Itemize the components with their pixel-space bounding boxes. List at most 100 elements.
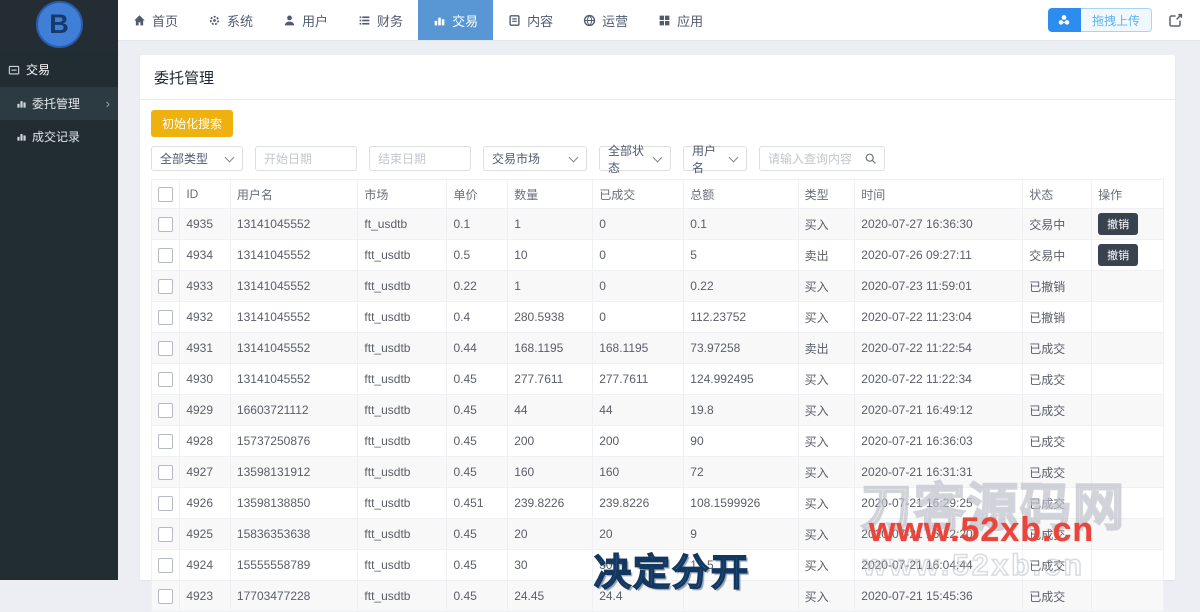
cell-type: 卖出 — [797, 239, 856, 271]
cell-time: 2020-07-22 11:23:04 — [854, 301, 1024, 333]
type-select[interactable]: 全部类型 — [151, 146, 243, 171]
cloud-drive-icon-wrap — [1047, 8, 1081, 32]
cell-type: 买入 — [797, 425, 856, 457]
nav-item-label: 系统 — [227, 13, 254, 29]
row-checkbox[interactable] — [158, 526, 173, 542]
share-button[interactable] — [1168, 12, 1184, 28]
cell-action — [1091, 270, 1164, 302]
column-header: 用户名 — [229, 179, 359, 209]
content-icon — [509, 14, 520, 26]
toolbar: 初始化搜索 — [151, 110, 1164, 137]
cell-price: 0.45 — [446, 394, 509, 426]
cell-amount: 44 — [507, 394, 594, 426]
nav-item-chart[interactable]: 交易 — [418, 0, 494, 40]
nav-item-gear[interactable]: 系统 — [193, 0, 268, 40]
cell-market: ftt_usdtb — [357, 394, 448, 426]
cancel-order-button[interactable]: 撤销 — [1098, 244, 1139, 266]
row-checkbox[interactable] — [158, 495, 173, 511]
row-checkbox[interactable] — [158, 402, 173, 418]
row-checkbox[interactable] — [158, 216, 173, 232]
cell-time: 2020-07-22 11:22:34 — [854, 363, 1024, 395]
cell-time: 2020-07-21 16:36:03 — [854, 425, 1024, 457]
nav-item-content[interactable]: 内容 — [493, 0, 568, 40]
cell-action — [1091, 363, 1164, 395]
brand-logo: B — [35, 1, 83, 48]
column-header: 数量 — [507, 179, 594, 209]
sidebar-section-trade[interactable]: 交易 — [0, 52, 118, 87]
row-checkbox[interactable] — [158, 557, 173, 573]
cell-filled: 0 — [592, 301, 685, 333]
cell-amount: 277.7611 — [507, 363, 594, 395]
cell-user: 16603721112 — [229, 394, 359, 426]
nav-item-finance[interactable]: 财务 — [343, 0, 418, 40]
nav-item-apps[interactable]: 应用 — [643, 0, 718, 40]
row-checkbox[interactable] — [158, 309, 173, 325]
cell-total: 13.5 — [683, 549, 799, 581]
cell-market: ftt_usdtb — [357, 518, 448, 550]
cell-status: 已成交 — [1022, 456, 1093, 488]
end-date-input[interactable] — [369, 146, 471, 171]
share-icon — [1169, 13, 1183, 27]
row-checkbox[interactable] — [158, 278, 173, 294]
cell-market: ftt_usdtb — [357, 487, 448, 519]
table-row: 4927 13598131912 ftt_usdtb 0.45 160 160 72 买入 20… — [150, 456, 1164, 488]
chevron-down-icon — [652, 152, 663, 162]
nav-item-globe[interactable]: 运营 — [568, 0, 643, 40]
cell-status: 已成交 — [1022, 487, 1093, 519]
cell-amount: 1 — [507, 208, 594, 240]
cell-user: 13141045552 — [229, 332, 359, 364]
cell-amount: 1 — [507, 270, 594, 302]
sidebar-item-order-management[interactable]: 委托管理 › — [0, 87, 118, 120]
table-row: 4935 13141045552 ft_usdtb 0.1 1 0 0.1 买入 2020-07… — [150, 208, 1164, 240]
status-select-value: 全部状态 — [608, 143, 645, 175]
drag-upload-button[interactable]: 拖拽上传 — [1047, 8, 1152, 32]
cell-total: 72 — [683, 456, 799, 488]
cell-amount: 24.45 — [507, 580, 594, 612]
market-select-value: 交易市场 — [492, 152, 541, 166]
start-date-input[interactable] — [255, 146, 357, 171]
cell-filled: 200 — [592, 425, 685, 457]
cell-amount: 10 — [507, 239, 594, 271]
user-field-select[interactable]: 用户名 — [683, 144, 747, 175]
sidebar-item-trade-records[interactable]: 成交记录 — [0, 120, 118, 153]
cell-filled: 0 — [592, 239, 685, 271]
topnav-right: 拖拽上传 — [1047, 0, 1200, 40]
query-input[interactable] — [760, 147, 864, 170]
type-select-value: 全部类型 — [160, 152, 209, 166]
cell-market: ft_usdtb — [357, 208, 448, 240]
cell-status: 已成交 — [1022, 332, 1093, 364]
row-checkbox[interactable] — [158, 371, 173, 387]
cell-price: 0.22 — [446, 270, 509, 302]
row-checkbox[interactable] — [158, 433, 173, 449]
cell-type: 买入 — [797, 301, 856, 333]
search-icon[interactable] — [864, 152, 877, 165]
cell-market: ftt_usdtb — [357, 301, 448, 333]
market-select[interactable]: 交易市场 — [483, 146, 587, 171]
status-select[interactable]: 全部状态 — [599, 144, 671, 175]
reset-search-button[interactable]: 初始化搜索 — [151, 110, 234, 137]
cell-status: 已成交 — [1022, 518, 1093, 550]
cell-amount: 168.1195 — [507, 332, 594, 364]
nav-item-user[interactable]: 用户 — [268, 0, 343, 40]
cell-time: 2020-07-21 16:31:31 — [854, 456, 1024, 488]
nav-item-label: 运营 — [602, 13, 629, 29]
nav-item-home[interactable]: 首页 — [118, 0, 193, 40]
row-checkbox[interactable] — [158, 464, 173, 480]
table-header-row: ID 用户名 市场 单价 数量 已成交 总额 类型 时间 状态 操作 — [150, 179, 1164, 209]
cell-action — [1091, 580, 1164, 612]
user-field-select-value: 用户名 — [692, 143, 717, 175]
table-row: 4924 15555558789 ftt_usdtb 0.45 30 30 13.5 买入 20… — [150, 549, 1164, 581]
sidebar-item-label: 成交记录 — [32, 130, 81, 144]
cell-market: ftt_usdtb — [357, 239, 448, 271]
row-checkbox[interactable] — [158, 340, 173, 356]
cell-status: 已成交 — [1022, 549, 1093, 581]
row-checkbox[interactable] — [158, 247, 173, 263]
cell-id: 4926 — [179, 487, 231, 519]
row-checkbox[interactable] — [158, 588, 173, 604]
select-all-checkbox[interactable] — [158, 186, 173, 202]
cell-user: 13141045552 — [229, 239, 359, 271]
cell-id: 4923 — [179, 580, 231, 612]
cancel-order-button[interactable]: 撤销 — [1098, 213, 1139, 235]
cell-amount: 30 — [507, 549, 594, 581]
cell-user: 13141045552 — [229, 301, 359, 333]
